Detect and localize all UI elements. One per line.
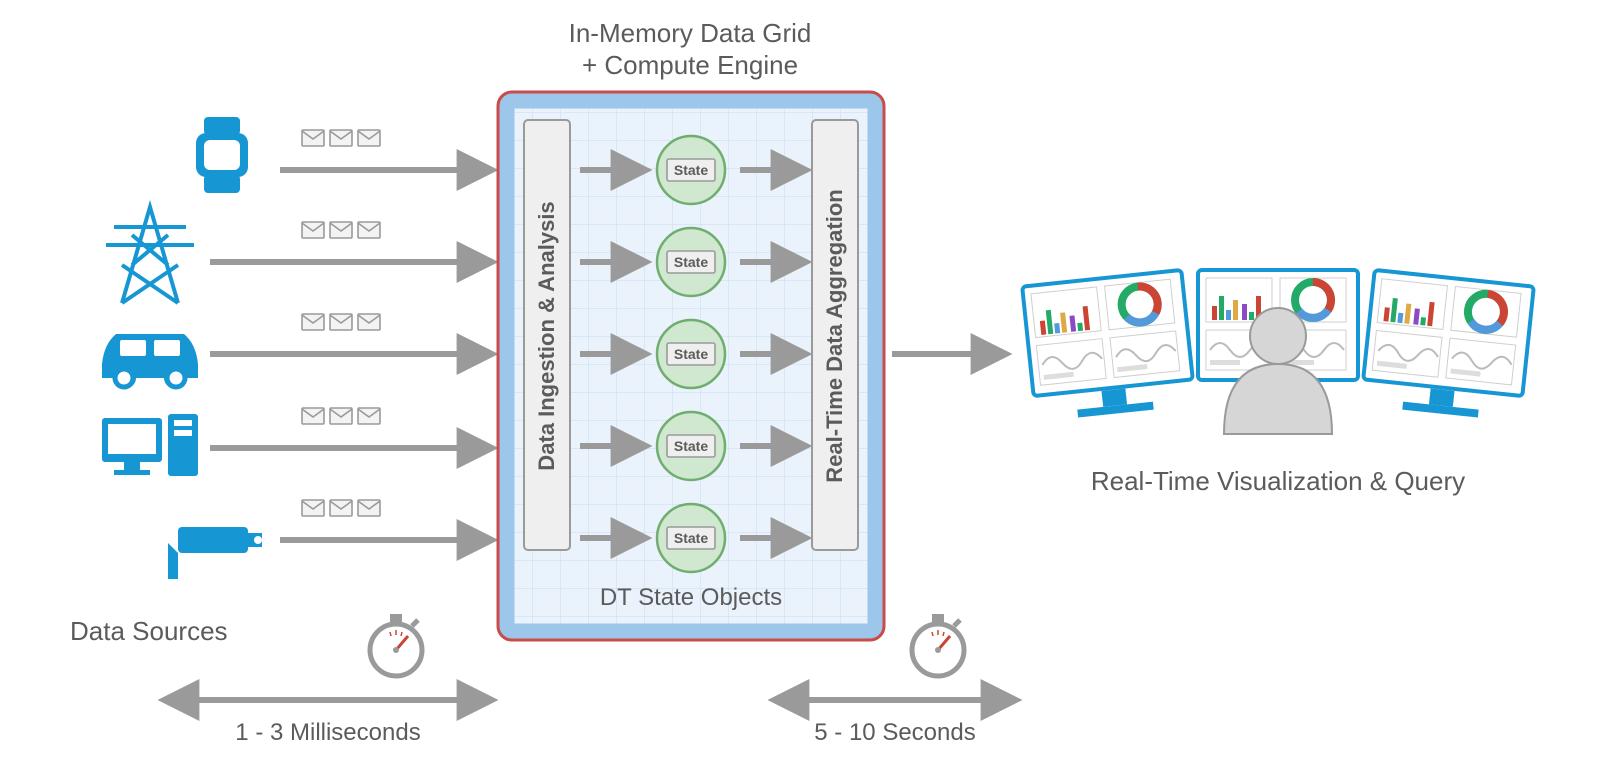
svg-text:State: State [674, 530, 708, 546]
timing-left-label: 1 - 3 Milliseconds [235, 719, 420, 746]
grid-title-line1: In-Memory Data Grid [569, 18, 812, 48]
svg-text:State: State [674, 438, 708, 454]
data-sources-column: Data Sources [70, 117, 262, 646]
data-sources-label: Data Sources [70, 616, 228, 646]
security-camera-icon [168, 527, 262, 579]
timing-right-label: 5 - 10 Seconds [814, 719, 975, 746]
svg-text:State: State [674, 254, 708, 270]
stopwatch-icon [370, 614, 422, 676]
state-objects-label: DT State Objects [600, 584, 782, 611]
data-grid-box: Data Ingestion & Analysis Real-Time Data… [498, 92, 884, 640]
grid-title-line2: + Compute Engine [582, 50, 798, 80]
visualization-label: Real-Time Visualization & Query [1091, 466, 1465, 496]
svg-text:State: State [674, 346, 708, 362]
aggregation-box-label: Real-Time Data Aggregation [822, 189, 847, 482]
source-arrows [210, 130, 486, 540]
visualization-workstation [1022, 270, 1534, 434]
desktop-computer-icon [102, 414, 198, 476]
svg-text:State: State [674, 162, 708, 178]
smartwatch-icon [196, 117, 248, 193]
ingestion-box-label: Data Ingestion & Analysis [534, 201, 559, 470]
car-icon [102, 334, 198, 388]
stopwatch-icon [912, 614, 964, 676]
power-tower-icon [106, 207, 194, 303]
